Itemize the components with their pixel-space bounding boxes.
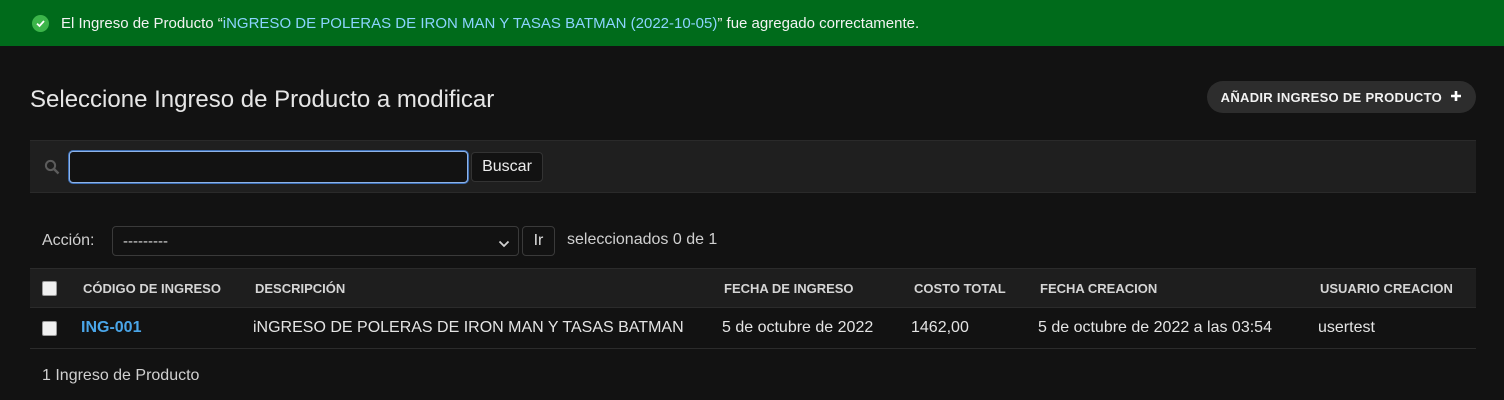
selection-counter: seleccionados 0 de 1	[567, 231, 718, 248]
row-created: 5 de octubre de 2022 a las 03:54	[1038, 319, 1272, 336]
column-header-user[interactable]: USUARIO CREACION	[1320, 269, 1453, 307]
column-header-cost[interactable]: COSTO TOTAL	[914, 269, 1006, 307]
add-ingreso-button[interactable]: AÑADIR INGRESO DE PRODUCTO	[1206, 81, 1476, 113]
row-code-link[interactable]: ING-001	[81, 319, 141, 337]
action-selected-option: ---------	[123, 232, 168, 250]
add-ingreso-label: AÑADIR INGRESO DE PRODUCTO	[1220, 89, 1442, 105]
column-header-created[interactable]: FECHA CREACION	[1040, 269, 1157, 307]
search-icon	[44, 159, 60, 180]
success-message-prefix: El Ingreso de Producto “	[61, 14, 223, 32]
action-select[interactable]: ---------	[112, 226, 519, 256]
action-bar: Acción:	[42, 226, 94, 256]
column-header-code[interactable]: CÓDIGO DE INGRESO	[83, 269, 221, 307]
page-title: Seleccione Ingreso de Producto a modific…	[30, 86, 495, 113]
success-message-link[interactable]: iNGRESO DE POLERAS DE IRON MAN Y TASAS B…	[223, 15, 718, 32]
row-checkbox[interactable]	[42, 320, 57, 336]
success-message-suffix: ” fue agregado correctamente.	[717, 14, 920, 32]
column-header-description[interactable]: DESCRIPCIÓN	[255, 269, 345, 307]
row-description: iNGRESO DE POLERAS DE IRON MAN Y TASAS B…	[253, 319, 684, 336]
search-button[interactable]: Buscar	[471, 152, 543, 182]
table-header: CÓDIGO DE INGRESO DESCRIPCIÓN FECHA DE I…	[30, 268, 1476, 308]
search-toolbar: Buscar	[30, 140, 1476, 193]
plus-icon	[1450, 90, 1462, 105]
row-date: 5 de octubre de 2022	[722, 319, 874, 336]
check-circle-icon	[32, 14, 49, 32]
chevron-down-icon	[498, 236, 510, 253]
table-row: ING-001 iNGRESO DE POLERAS DE IRON MAN Y…	[30, 308, 1476, 349]
select-all-checkbox[interactable]	[42, 280, 57, 296]
action-label: Acción:	[42, 232, 95, 249]
results-table: CÓDIGO DE INGRESO DESCRIPCIÓN FECHA DE I…	[30, 268, 1476, 349]
success-message: El Ingreso de Producto “iNGRESO DE POLER…	[0, 0, 1504, 46]
column-header-date[interactable]: FECHA DE INGRESO	[724, 269, 854, 307]
row-cost: 1462,00	[911, 319, 969, 336]
result-count: 1 Ingreso de Producto	[42, 367, 200, 384]
search-input[interactable]	[69, 151, 468, 183]
go-button[interactable]: Ir	[522, 226, 555, 256]
row-user: usertest	[1318, 319, 1375, 336]
